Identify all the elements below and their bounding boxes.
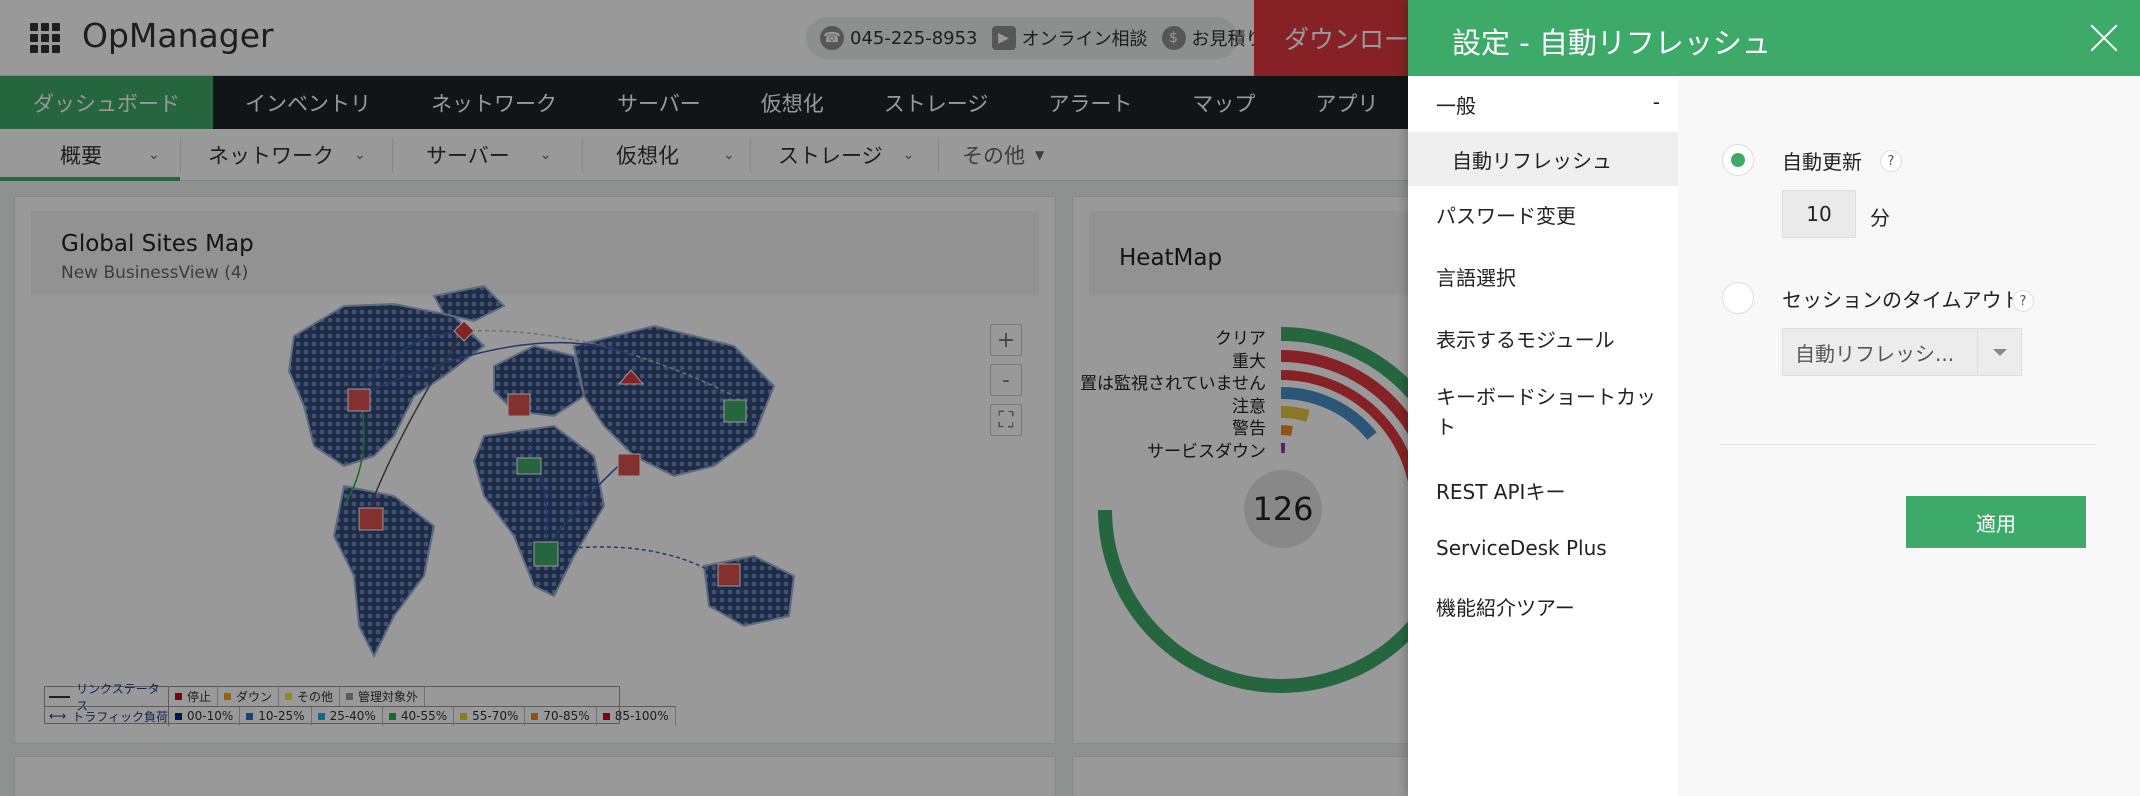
help-icon[interactable]: ? [2012, 290, 2034, 312]
divider [1720, 444, 2096, 445]
menu-section-label: 一般 [1436, 94, 1476, 118]
menu-item-servicedesk-plus[interactable]: ServiceDesk Plus [1408, 536, 1678, 560]
interval-unit-label: 分 [1870, 206, 1890, 230]
modal-backdrop[interactable] [0, 0, 1408, 796]
apply-button[interactable]: 適用 [1906, 496, 2086, 548]
settings-menu: 一般 - 自動リフレッシュ パスワード変更 言語選択 表示するモジュール キーボ… [1408, 76, 1678, 796]
refresh-interval-input[interactable] [1782, 190, 1856, 238]
menu-item-change-password[interactable]: パスワード変更 [1408, 200, 1678, 229]
collapse-toggle: - [1652, 90, 1660, 114]
menu-section-general[interactable]: 一般 - [1408, 90, 1678, 119]
menu-item-modules[interactable]: 表示するモジュール [1408, 324, 1678, 353]
settings-panel-header: 設定 - 自動リフレッシュ [1408, 0, 2140, 76]
close-icon[interactable] [2084, 18, 2124, 58]
menu-item-language[interactable]: 言語選択 [1408, 262, 1678, 291]
auto-update-radio[interactable] [1722, 144, 1754, 176]
session-timeout-value: 自動リフレッシ... [1795, 341, 1955, 366]
settings-panel: 設定 - 自動リフレッシュ 一般 - 自動リフレッシュ パスワード変更 言語選択… [1408, 0, 2140, 796]
auto-update-label: 自動更新 [1782, 150, 1862, 174]
settings-panel-title: 設定 - 自動リフレッシュ [1452, 26, 1771, 60]
menu-item-rest-api-key[interactable]: REST APIキー [1408, 476, 1678, 505]
menu-item-keyboard-shortcuts[interactable]: キーボードショートカット [1408, 382, 1658, 442]
help-icon[interactable]: ? [1880, 150, 1902, 172]
session-timeout-select[interactable]: 自動リフレッシ... [1782, 328, 2022, 376]
session-timeout-radio[interactable] [1722, 282, 1754, 314]
menu-item-feature-tour[interactable]: 機能紹介ツアー [1408, 592, 1678, 621]
settings-content: 自動更新 ? 分 セッションのタイムアウト ? 自動リフレッシ... 適用 [1678, 76, 2140, 796]
menu-item-auto-refresh[interactable]: 自動リフレッシュ [1408, 132, 1678, 186]
session-timeout-label: セッションのタイムアウト [1782, 288, 2022, 312]
caret-down-icon [1977, 329, 2021, 375]
